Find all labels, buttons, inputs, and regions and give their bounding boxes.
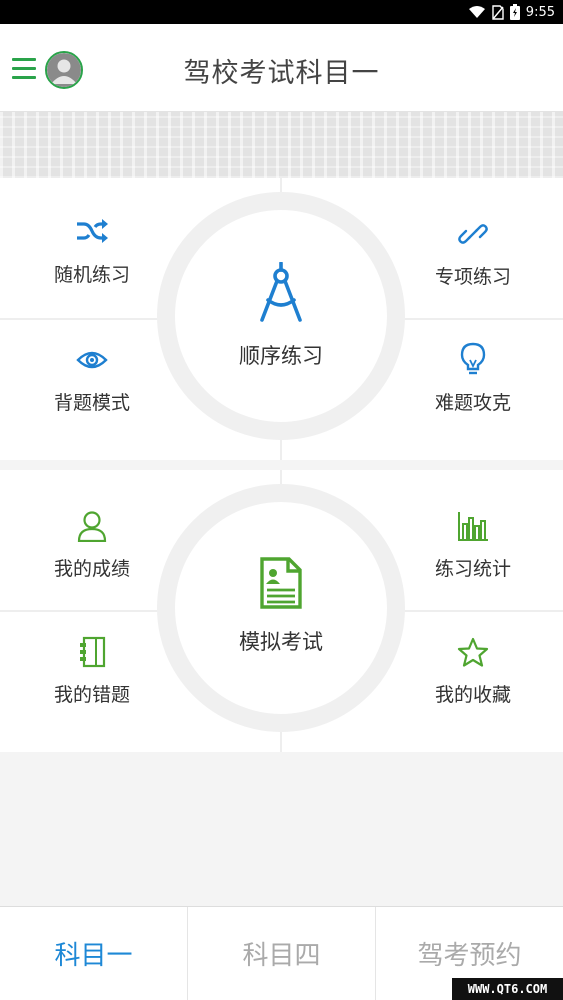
hard-questions-button[interactable]: 难题攻克 (403, 340, 543, 450)
exam-panel: 我的成绩 练习统计 我的错题 我的收藏 模拟考试 (0, 470, 563, 752)
practice-stats-label: 练习统计 (434, 558, 511, 580)
tab-subject-four[interactable]: 科目四 (188, 907, 376, 1000)
hard-questions-label: 难题攻克 (434, 392, 511, 414)
my-scores-button[interactable]: 我的成绩 (22, 506, 162, 616)
mock-exam-button[interactable]: 模拟考试 (191, 556, 371, 716)
my-scores-label: 我的成绩 (53, 558, 130, 580)
notebook-icon (80, 636, 106, 668)
topic-practice-label: 专项练习 (434, 266, 511, 288)
star-icon (457, 637, 489, 667)
exam-document-icon (260, 557, 302, 609)
lightbulb-icon (460, 342, 486, 375)
user-icon (77, 511, 107, 542)
bar-chart-icon (458, 512, 488, 541)
random-practice-label: 随机练习 (53, 264, 130, 286)
tab-subject-one[interactable]: 科目一 (0, 907, 188, 1000)
practice-stats-button[interactable]: 练习统计 (403, 506, 543, 616)
practice-panel: 随机练习 专项练习 背题模式 难题攻克 顺序练习 (0, 178, 563, 460)
link-icon (458, 224, 488, 244)
compass-icon (260, 261, 302, 322)
mock-exam-label: 模拟考试 (239, 630, 323, 654)
my-favorites-label: 我的收藏 (434, 684, 511, 706)
wifi-icon (468, 6, 485, 18)
watermark: WWW.QT6.COM (452, 978, 563, 1000)
status-bar: 9:55 (0, 0, 563, 24)
eye-icon (76, 351, 108, 369)
my-mistakes-button[interactable]: 我的错题 (22, 632, 162, 742)
status-time: 9:55 (525, 4, 555, 20)
page-title: 驾校考试科目一 (183, 58, 380, 89)
app-header: 驾校考试科目一 (0, 24, 563, 112)
shuffle-icon (77, 219, 108, 243)
no-sim-icon (492, 4, 504, 20)
decorative-banner (0, 112, 563, 178)
random-practice-button[interactable]: 随机练习 (22, 212, 162, 322)
memorize-mode-label: 背题模式 (53, 392, 130, 414)
my-mistakes-label: 我的错题 (53, 684, 130, 706)
my-favorites-button[interactable]: 我的收藏 (403, 632, 543, 742)
topic-practice-button[interactable]: 专项练习 (403, 214, 543, 324)
memorize-mode-button[interactable]: 背题模式 (22, 340, 162, 450)
sequential-practice-label: 顺序练习 (239, 344, 323, 368)
sequential-practice-button[interactable]: 顺序练习 (191, 261, 371, 422)
battery-icon (509, 4, 520, 20)
